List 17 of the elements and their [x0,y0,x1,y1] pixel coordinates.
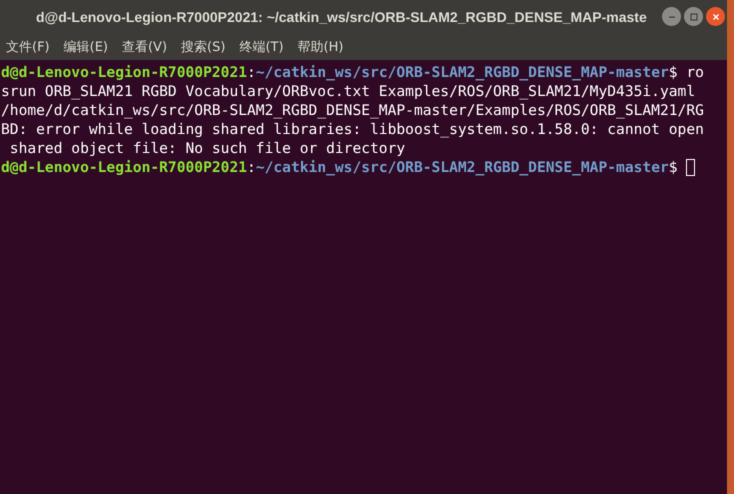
close-icon [712,12,720,20]
terminal-line: BD: error while loading shared libraries: libboost_system.so.1.58.0: cannot open [1,120,704,139]
menu-item[interactable]: 编辑(E) [64,38,108,56]
menu-item[interactable]: 终端(T) [239,38,284,56]
window-title: d@d-Lenovo-Legion-R7000P2021: ~/catkin_ws/src/ORB-SLAM2_RGBD_DENSE_MAP-maste [36,8,647,24]
menu-item[interactable]: 帮助(H) [298,38,344,56]
menu-item[interactable]: 查看(V) [122,38,168,56]
terminal-line: srun ORB_SLAM21 RGBD Vocabulary/ORBvoc.txt Examples/ROS/ORB_SLAM21/MyD435i.yaml [1,82,696,101]
maximize-icon [690,12,698,20]
terminal-line: /home/d/catkin_ws/src/ORB-SLAM2_RGBD_DENSE_MAP-master/Examples/ROS/ORB_SLAM21/RG [1,101,704,120]
terminal-line: d@d-Lenovo-Legion-R7000P2021:~/catkin_ws/src/ORB-SLAM2_RGBD_DENSE_MAP-master$ ro [1,63,704,82]
menu-item[interactable]: 文件(F) [6,38,50,56]
terminal-line: d@d-Lenovo-Legion-R7000P2021:~/catkin_ws/src/ORB-SLAM2_RGBD_DENSE_MAP-master$ [1,158,679,177]
close-button[interactable] [706,7,725,26]
terminal-line: shared object file: No such file or directory [8,139,406,158]
menu-item[interactable]: 搜索(S) [181,38,226,56]
minimize-button[interactable] [662,7,681,26]
